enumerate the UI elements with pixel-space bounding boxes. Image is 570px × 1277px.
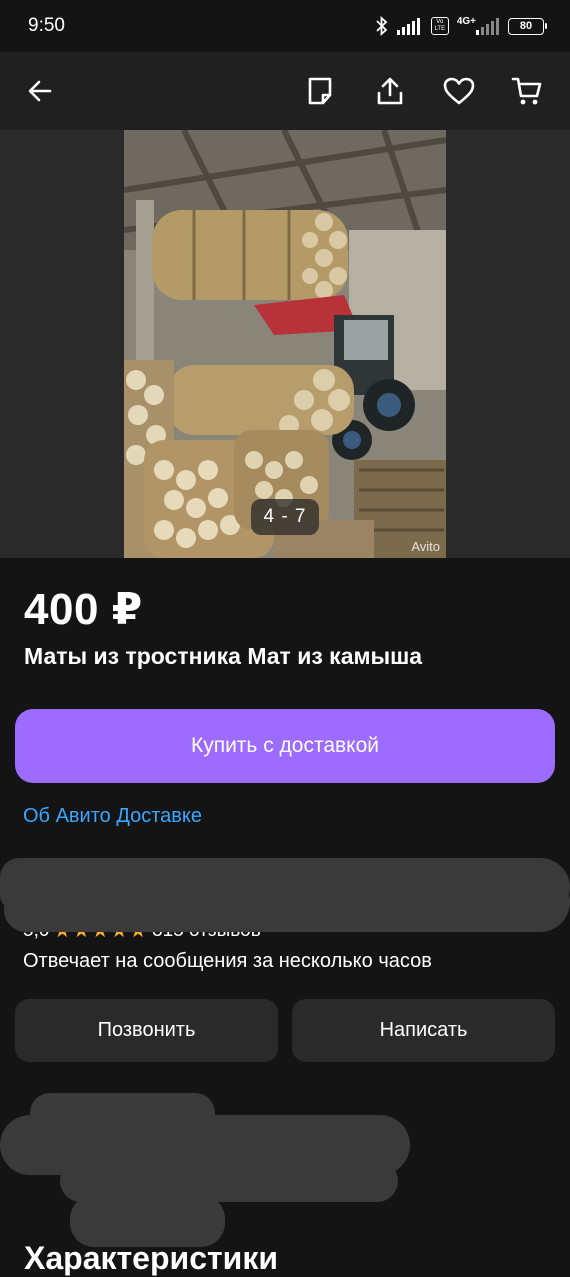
signal-2-icon — [476, 18, 499, 35]
write-button[interactable]: Написать — [292, 999, 555, 1062]
listing-title: Маты из тростника Мат из камыша — [24, 643, 423, 669]
status-bar: 9:50 Vo LTE 4G+ 80 — [0, 0, 570, 52]
volte-icon: Vo LTE — [430, 17, 449, 35]
bluetooth-icon — [376, 16, 388, 36]
top-app-bar — [0, 52, 570, 130]
cart-button[interactable] — [507, 71, 547, 111]
back-arrow-icon — [28, 80, 52, 102]
note-button[interactable] — [300, 71, 340, 111]
battery-level: 80 — [519, 19, 533, 32]
heart-icon — [443, 77, 475, 105]
battery-icon: 80 — [508, 17, 547, 35]
share-button[interactable] — [370, 71, 410, 111]
back-button[interactable] — [20, 71, 60, 111]
cart-icon — [511, 77, 542, 105]
redaction-mark-2 — [4, 890, 570, 932]
favorite-button[interactable] — [439, 71, 479, 111]
characteristics-heading: Характеристики — [24, 1240, 279, 1276]
status-time: 9:50 — [28, 15, 65, 36]
listing-photo[interactable]: Avito — [124, 130, 446, 558]
signal-icon — [396, 18, 420, 35]
buy-with-delivery-button[interactable]: Купить с доставкой — [15, 709, 555, 783]
avito-watermark: Avito — [411, 539, 440, 554]
share-icon — [377, 77, 403, 105]
note-icon — [308, 77, 332, 105]
avito-delivery-link[interactable]: Об Авито Доставке — [23, 805, 202, 828]
call-button[interactable]: Позвонить — [15, 999, 278, 1062]
network-type-label: 4G+ — [456, 15, 476, 27]
seller-reply-time: Отвечает на сообщения за несколько часов — [23, 950, 432, 972]
listing-price: 400 ₽ — [24, 585, 143, 634]
status-icons: Vo LTE 4G+ 80 — [375, 15, 547, 36]
reed-bundles-tractor-image — [124, 130, 446, 558]
photo-gallery[interactable]: Avito — [0, 130, 570, 558]
photo-counter: 4 - 7 — [251, 499, 319, 535]
